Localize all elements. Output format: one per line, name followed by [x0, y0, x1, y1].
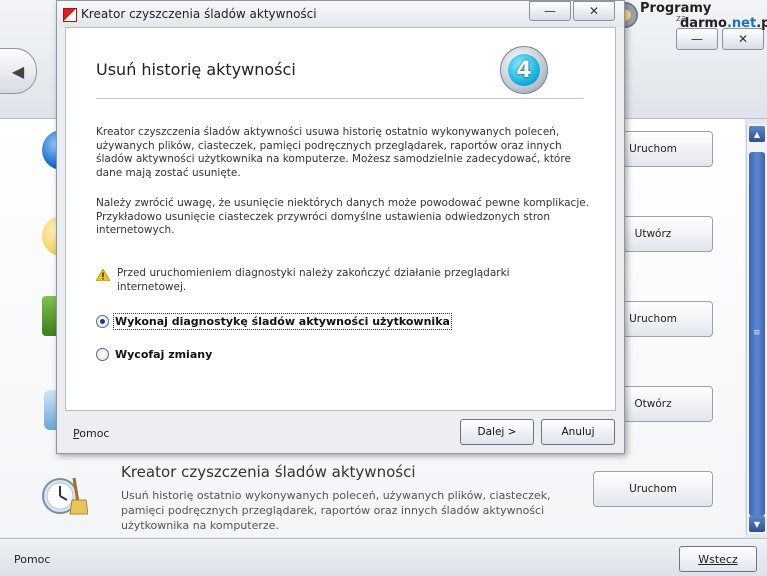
intro-paragraph: Kreator czyszczenia śladów aktywności us…: [96, 126, 571, 179]
dialog-titlebar[interactable]: Kreator czyszczenia śladów aktywności — …: [57, 1, 624, 27]
option-revert-changes-label[interactable]: Wycofaj zmiany: [115, 348, 212, 361]
scrollbar-thumb[interactable]: ≡: [749, 152, 765, 516]
warning-text: Przed uruchomieniem diagnostyki należy z…: [117, 267, 510, 293]
cancel-button[interactable]: Anuluj: [541, 419, 615, 445]
note-paragraph: Należy zwrócić uwagę, że usunięcie niekt…: [96, 197, 590, 236]
dialog-minimize-button[interactable]: —: [529, 1, 571, 21]
heading-divider: [96, 98, 584, 99]
radio-revert[interactable]: [96, 348, 109, 361]
site-logo: Programy za darmo.net.pl: [612, 0, 767, 34]
back-button[interactable]: ◀: [0, 48, 37, 94]
step-number: 4: [508, 54, 540, 86]
main-help-link[interactable]: Pomoc: [14, 553, 50, 566]
clock-broom-icon: [42, 477, 88, 515]
option-run-diagnostics[interactable]: Wykonaj diagnostykę śladów aktywności uż…: [96, 313, 452, 330]
dialog-help-link[interactable]: Pomoc: [73, 427, 109, 440]
left-arrow-icon: ◀: [11, 61, 25, 81]
step-number-badge: 4: [500, 46, 548, 94]
scroll-up-icon[interactable]: ▲: [749, 126, 765, 142]
option-revert-changes[interactable]: Wycofaj zmiany: [96, 348, 212, 361]
next-button[interactable]: Dalej >: [460, 419, 534, 445]
cleanup-wizard-title: Kreator czyszczenia śladów aktywności: [121, 463, 416, 481]
main-footer: Pomoc Wstecz: [0, 538, 767, 576]
back-footer-button[interactable]: Wstecz: [679, 546, 757, 572]
dialog-close-button[interactable]: ✕: [573, 1, 615, 21]
vertical-scrollbar[interactable]: ▲ ≡ ▼: [746, 124, 767, 534]
dialog-window-controls: — ✕: [529, 1, 615, 21]
logo-text-domain: darmo.net.pl: [680, 16, 767, 31]
radio-diagnostics[interactable]: [96, 315, 109, 328]
dialog-content-panel: Usuń historię aktywności 4 Kreator czysz…: [65, 27, 616, 411]
grip-icon: ≡: [753, 328, 761, 338]
app-icon: [63, 8, 77, 22]
warning-icon: [96, 269, 110, 281]
dialog-title: Kreator czyszczenia śladów aktywności: [81, 7, 317, 21]
option-run-diagnostics-label[interactable]: Wykonaj diagnostykę śladów aktywności uż…: [113, 313, 452, 330]
run-cleanup-wizard-button[interactable]: Uruchom: [593, 471, 713, 507]
cleanup-wizard-description: Usuń historię ostatnio wykonywanych pole…: [121, 489, 551, 532]
scroll-down-icon[interactable]: ▼: [749, 516, 765, 532]
cleanup-wizard-dialog: Kreator czyszczenia śladów aktywności — …: [56, 0, 625, 454]
page-title: Usuń historię aktywności: [96, 60, 296, 79]
